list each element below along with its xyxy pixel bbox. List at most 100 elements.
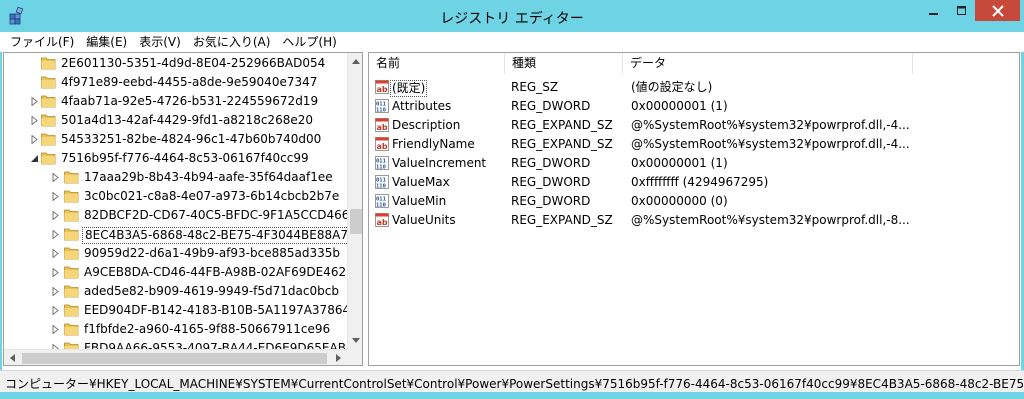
menu-help[interactable]: ヘルプ(H) <box>276 32 342 52</box>
tree-item[interactable]: 3c0bc021-c8a8-4e07-a973-6b14cbcb2b7e <box>4 187 347 206</box>
value-row[interactable]: 011 110 ValueMin REG_DWORD 0x00000000 (0) <box>369 192 1019 211</box>
folder-icon <box>41 76 56 89</box>
tree-vertical-scrollbar[interactable] <box>347 53 362 349</box>
value-type: REG_DWORD <box>511 99 591 113</box>
tree-item[interactable]: f1fbfde2-a960-4165-9f88-50667911ce96 <box>4 320 347 339</box>
collapsed-arrow-icon[interactable] <box>31 97 39 106</box>
minimize-button[interactable] <box>919 0 948 21</box>
tree-item[interactable]: 82DBCF2D-CD67-40C5-BFDC-9F1A5CCD4663 <box>4 206 357 225</box>
value-name: (既定) <box>390 80 428 97</box>
value-row[interactable]: ab ValueUnits REG_EXPAND_SZ @%SystemRoot%¥s… <box>369 211 1019 230</box>
window-frame-bottom <box>0 392 1024 399</box>
svg-text:110: 110 <box>376 165 386 171</box>
tree-item[interactable]: 8EC4B3A5-6868-48c2-BE75-4F3044BE88A7 <box>4 225 351 244</box>
collapsed-arrow-icon[interactable] <box>31 116 39 125</box>
tree-item-label: 4faab71a-92e5-4726-b531-224559672d19 <box>61 94 319 108</box>
tree-item[interactable]: 4f971e89-eebd-4455-a8de-9e59040e7347 <box>4 73 347 92</box>
menu-edit[interactable]: 編集(E) <box>80 32 133 52</box>
tree-item[interactable]: 501a4d13-42af-4429-9fd1-a8218c268e20 <box>4 111 347 130</box>
value-name: ValueUnits <box>392 213 456 227</box>
title-bar[interactable]: レジストリ エディター <box>0 0 1024 32</box>
tree-item[interactable]: 17aaa29b-8b43-4b94-aafe-35f64daaf1ee <box>4 168 347 187</box>
registry-tree-pane[interactable]: 2E601130-5351-4d9d-8E04-252966BAD054 4f97… <box>3 52 363 366</box>
scroll-right-arrow-icon[interactable] <box>330 350 347 365</box>
tree-item[interactable]: aded5e82-b909-4619-9949-f5d71dac0bcb <box>4 282 347 301</box>
collapsed-arrow-icon[interactable] <box>52 211 60 220</box>
tree-item-label: EED904DF-B142-4183-B10B-5A1197A37864 <box>84 303 351 317</box>
close-icon <box>991 4 1004 17</box>
value-data: 0x00000000 (0) <box>631 194 728 208</box>
tree-item[interactable]: 7516b95f-f776-4464-8c53-06167f40cc99 <box>4 149 347 168</box>
value-type: REG_DWORD <box>511 156 591 170</box>
folder-icon <box>41 57 56 70</box>
tree-vertical-scroll-thumb[interactable] <box>350 209 362 234</box>
value-row[interactable]: 011 110 ValueIncrement REG_DWORD 0x00000001 … <box>369 154 1019 173</box>
close-button[interactable] <box>975 0 1020 21</box>
tree-item[interactable]: EED904DF-B142-4183-B10B-5A1197A37864 <box>4 301 350 320</box>
menu-file[interactable]: ファイル(F) <box>4 32 80 52</box>
collapsed-arrow-icon[interactable] <box>52 268 60 277</box>
folder-icon <box>41 114 56 127</box>
tree-horizontal-scroll-thumb[interactable] <box>22 353 327 364</box>
registry-values-pane[interactable]: 名前 種類 データ ab (既定) REG_SZ (値の設定なし) 011 110 Attr… <box>368 52 1020 366</box>
tree-item[interactable]: 90959d22-d6a1-49b9-af93-bce885ad335b <box>4 244 347 263</box>
maximize-button[interactable] <box>948 0 975 21</box>
scroll-left-arrow-icon[interactable] <box>4 350 21 365</box>
value-name: ValueMin <box>392 194 447 208</box>
folder-icon <box>64 304 79 317</box>
menu-favorites[interactable]: お気に入り(A) <box>187 32 277 52</box>
tree-horizontal-scrollbar[interactable] <box>4 349 347 365</box>
value-row[interactable]: 011 110 ValueMax REG_DWORD 0xffffffff (42949… <box>369 173 1019 192</box>
collapsed-arrow-icon[interactable] <box>52 173 60 182</box>
folder-icon <box>64 171 79 184</box>
collapsed-arrow-icon[interactable] <box>52 325 60 334</box>
value-row[interactable]: ab FriendlyName REG_EXPAND_SZ @%SystemRoot%… <box>369 135 1019 154</box>
tree-item[interactable]: 2E601130-5351-4d9d-8E04-252966BAD054 <box>4 54 347 73</box>
tree-item[interactable]: 4faab71a-92e5-4726-b531-224559672d19 <box>4 92 347 111</box>
tree-item-label: 82DBCF2D-CD67-40C5-BFDC-9F1A5CCD4663 <box>84 208 358 222</box>
status-bar: コンピューター¥HKEY_LOCAL_MACHINE¥SYSTEM¥Curren… <box>0 370 1024 392</box>
collapsed-arrow-icon[interactable] <box>52 306 60 315</box>
tree-item-label: 7516b95f-f776-4464-8c53-06167f40cc99 <box>61 151 309 165</box>
scroll-corner <box>347 349 362 365</box>
value-type: REG_DWORD <box>511 175 591 189</box>
folder-icon <box>64 209 79 222</box>
collapsed-arrow-icon[interactable] <box>52 287 60 296</box>
value-data: (値の設定なし) <box>631 80 713 94</box>
collapsed-arrow-icon[interactable] <box>31 135 39 144</box>
tree-item-label: 4f971e89-eebd-4455-a8de-9e59040e7347 <box>61 75 318 89</box>
collapsed-arrow-icon[interactable] <box>52 230 60 239</box>
tree-item[interactable]: 54533251-82be-4824-96c1-47b60b740d00 <box>4 130 347 149</box>
value-row[interactable]: 011 110 Attributes REG_DWORD 0x00000001 (1) <box>369 97 1019 116</box>
folder-icon <box>41 133 56 146</box>
dword-value-icon: 011110 <box>375 175 389 189</box>
value-row[interactable]: ab Description REG_EXPAND_SZ @%SystemRoot%¥… <box>369 116 1019 135</box>
collapsed-arrow-icon[interactable] <box>52 249 60 258</box>
value-data: @%SystemRoot%¥system32¥powrprof.dll,-4..… <box>631 137 910 151</box>
value-row[interactable]: ab (既定) REG_SZ (値の設定なし) <box>369 78 1019 97</box>
value-name: ValueMax <box>392 175 450 189</box>
tree-item-label: 17aaa29b-8b43-4b94-aafe-35f64daaf1ee <box>84 170 333 184</box>
window-frame-left <box>0 32 2 392</box>
tree-item[interactable]: A9CEB8DA-CD46-44FB-A98B-02AF69DE4623 <box>4 263 354 282</box>
menu-view[interactable]: 表示(V) <box>133 32 187 52</box>
tree-item-label: 2E601130-5351-4d9d-8E04-252966BAD054 <box>61 56 326 70</box>
value-type: REG_EXPAND_SZ <box>511 213 613 227</box>
collapsed-arrow-icon[interactable] <box>52 192 60 201</box>
folder-icon <box>64 323 79 336</box>
expanded-arrow-icon[interactable] <box>31 154 39 163</box>
column-header-data[interactable]: データ <box>623 53 913 74</box>
column-header-name[interactable]: 名前 <box>369 53 505 74</box>
maximize-icon <box>956 5 966 15</box>
tree-item-label: 90959d22-d6a1-49b9-af93-bce885ad335b <box>84 246 340 260</box>
string-value-icon: ab <box>375 213 389 227</box>
scroll-down-arrow-icon[interactable] <box>348 332 362 349</box>
column-header-type[interactable]: 種類 <box>505 53 623 74</box>
tree-item-label: f1fbfde2-a960-4165-9f88-50667911ce96 <box>84 322 331 336</box>
tree-item-label: aded5e82-b909-4619-9949-f5d71dac0bcb <box>84 284 339 298</box>
svg-text:ab: ab <box>377 218 388 227</box>
string-value-icon: ab <box>375 80 389 94</box>
value-name: ValueIncrement <box>392 156 487 170</box>
scroll-up-arrow-icon[interactable] <box>348 53 362 70</box>
folder-icon <box>41 152 56 165</box>
